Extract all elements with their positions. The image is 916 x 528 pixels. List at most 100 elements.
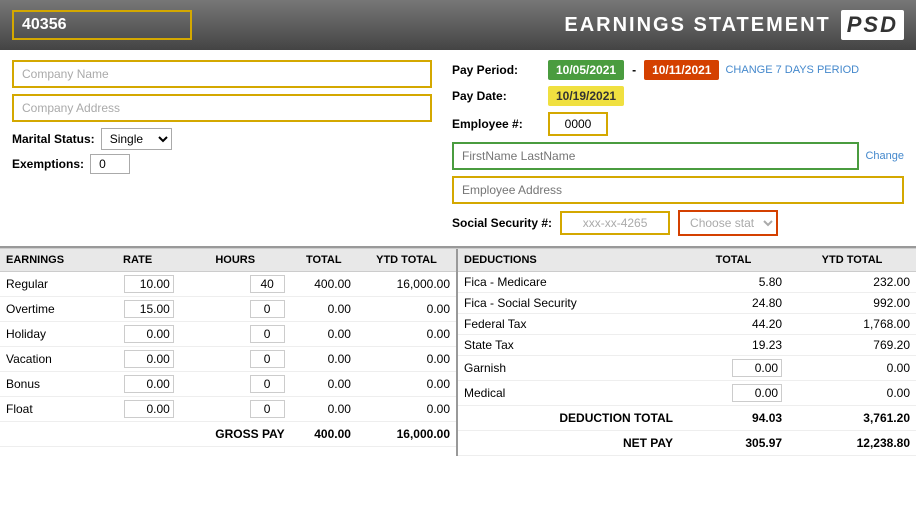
deductions-header-name: DEDUCTIONS [458,249,679,272]
net-pay-total: 305.97 [679,431,788,456]
company-name-input[interactable] [12,60,432,88]
pay-period-row: Pay Period: 10/05/2021 - 10/11/2021 CHAN… [452,60,904,80]
earning-hours[interactable] [180,322,291,347]
deduction-total-ytd: 3,761.20 [788,406,916,431]
pay-date-label: Pay Date: [452,89,542,103]
id-input[interactable] [12,10,192,40]
earning-ytd: 16,000.00 [357,272,456,297]
earning-total: 0.00 [291,322,357,347]
employee-address-input[interactable] [452,176,904,204]
earning-hours[interactable] [180,272,291,297]
earning-total: 0.00 [291,347,357,372]
deduction-total: 24.80 [679,293,788,314]
gross-pay-ytd: 16,000.00 [357,422,456,447]
gross-pay-total: 400.00 [291,422,357,447]
deduction-total: 5.80 [679,272,788,293]
earning-ytd: 0.00 [357,347,456,372]
earning-name: Bonus [0,372,95,397]
deduction-name: Medical [458,381,679,406]
deductions-table: DEDUCTIONS TOTAL YTD TOTAL Fica - Medica… [458,249,916,456]
employee-name-row: Change [452,142,904,170]
deductions-row: Fica - Social Security 24.80 992.00 [458,293,916,314]
pay-period-label: Pay Period: [452,63,542,77]
earning-rate[interactable] [95,322,179,347]
deductions-row: Fica - Medicare 5.80 232.00 [458,272,916,293]
deduction-ytd: 0.00 [788,356,916,381]
earnings-row: Overtime 0.00 0.00 [0,297,456,322]
net-pay-label: NET PAY [458,431,679,456]
deduction-ytd: 232.00 [788,272,916,293]
earning-hours[interactable] [180,397,291,422]
earning-total: 0.00 [291,372,357,397]
deduction-name: Fica - Social Security [458,293,679,314]
ss-input[interactable] [560,211,670,235]
earning-hours[interactable] [180,297,291,322]
marital-row: Marital Status: Single Married [12,128,432,150]
earning-rate[interactable] [95,297,179,322]
exemptions-row: Exemptions: [12,154,432,174]
exemptions-label: Exemptions: [12,157,84,171]
pay-date: 10/19/2021 [548,86,624,106]
pay-period-start: 10/05/2021 [548,60,624,80]
earning-total: 0.00 [291,297,357,322]
dash: - [632,63,636,77]
earning-total: 0.00 [291,397,357,422]
deduction-total-row: DEDUCTION TOTAL 94.03 3,761.20 [458,406,916,431]
marital-select[interactable]: Single Married [101,128,172,150]
earnings-header-rate: RATE [95,249,179,272]
left-panel: Marital Status: Single Married Exemption… [12,60,432,236]
state-select[interactable]: Choose state Alabama California New York… [678,210,778,236]
employee-num-input[interactable] [548,112,608,136]
exemptions-input[interactable] [90,154,130,174]
earning-rate[interactable] [95,347,179,372]
header-title: EARNINGS STATEMENT PSD [564,10,904,40]
earnings-row: Bonus 0.00 0.00 [0,372,456,397]
deduction-total[interactable] [679,381,788,406]
deduction-total-label: DEDUCTION TOTAL [458,406,679,431]
deduction-name: Federal Tax [458,314,679,335]
deductions-header-total: TOTAL [679,249,788,272]
earnings-row: Holiday 0.00 0.00 [0,322,456,347]
deduction-ytd: 769.20 [788,335,916,356]
deductions-row: Federal Tax 44.20 1,768.00 [458,314,916,335]
deduction-total: 44.20 [679,314,788,335]
earning-hours[interactable] [180,372,291,397]
pay-date-row: Pay Date: 10/19/2021 [452,86,904,106]
earnings-table: EARNINGS RATE HOURS TOTAL YTD TOTAL Regu… [0,249,458,456]
earning-ytd: 0.00 [357,322,456,347]
earning-name: Overtime [0,297,95,322]
earnings-header-ytd: YTD TOTAL [357,249,456,272]
net-pay-ytd: 12,238.80 [788,431,916,456]
earning-ytd: 0.00 [357,297,456,322]
earnings-row: Vacation 0.00 0.00 [0,347,456,372]
gross-pay-label: GROSS PAY [180,422,291,447]
gross-pay-row: GROSS PAY 400.00 16,000.00 [0,422,456,447]
deduction-name: Garnish [458,356,679,381]
ss-label: Social Security #: [452,216,552,230]
change-name-link[interactable]: Change [865,150,904,162]
deductions-row: Medical 0.00 [458,381,916,406]
deduction-name: State Tax [458,335,679,356]
earnings-header-hours: HOURS [180,249,291,272]
company-address-input[interactable] [12,94,432,122]
ss-row: Social Security #: Choose state Alabama … [452,210,904,236]
earnings-header-name: EARNINGS [0,249,95,272]
earning-rate[interactable] [95,397,179,422]
earning-name: Regular [0,272,95,297]
change-period-link[interactable]: CHANGE 7 DAYS PERIOD [725,64,859,76]
gross-pay-spacer [0,422,180,447]
right-panel: Pay Period: 10/05/2021 - 10/11/2021 CHAN… [452,60,904,236]
deduction-ytd: 992.00 [788,293,916,314]
deductions-row: Garnish 0.00 [458,356,916,381]
deduction-total-value: 94.03 [679,406,788,431]
employee-name-input[interactable] [452,142,859,170]
net-pay-row: NET PAY 305.97 12,238.80 [458,431,916,456]
deduction-ytd: 1,768.00 [788,314,916,335]
deduction-total[interactable] [679,356,788,381]
earning-hours[interactable] [180,347,291,372]
earning-rate[interactable] [95,272,179,297]
earning-rate[interactable] [95,372,179,397]
employee-num-row: Employee #: [452,112,904,136]
top-section: Marital Status: Single Married Exemption… [0,50,916,248]
psd-logo: PSD [841,10,904,40]
